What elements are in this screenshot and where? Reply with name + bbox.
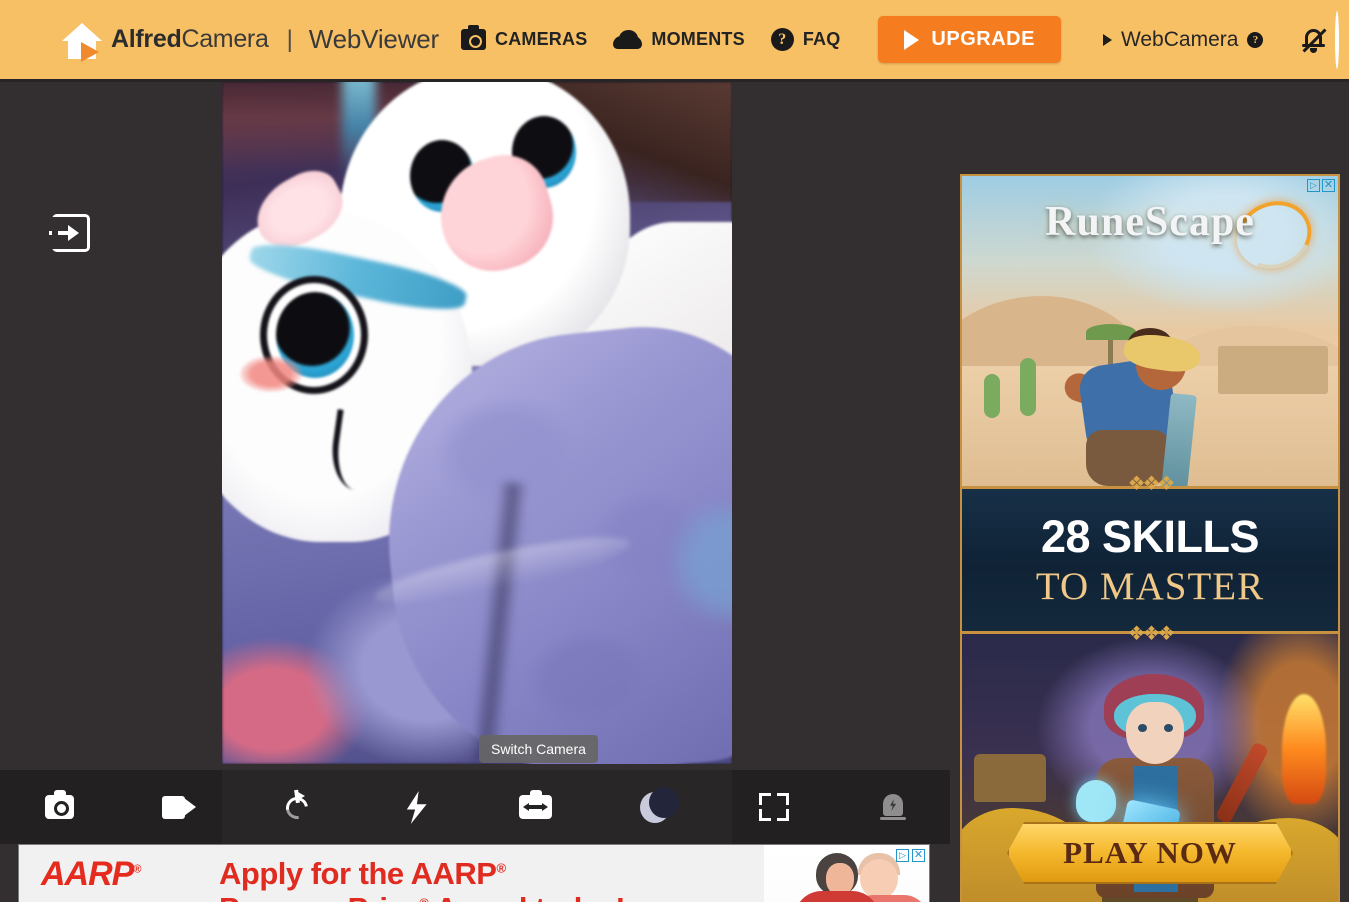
app-header: AlfredCamera | WebViewer CAMERAS MOMENTS… bbox=[0, 0, 1349, 82]
rotate-icon bbox=[281, 789, 312, 824]
aarp-logo-text: AARP bbox=[41, 855, 134, 893]
flash-button[interactable] bbox=[357, 770, 476, 844]
runescape-hero-art bbox=[1058, 326, 1228, 486]
fullscreen-button[interactable] bbox=[714, 770, 833, 844]
runescape-banner-ad[interactable]: RuneScape ❖❖❖ 28 SKILLS TO MASTER ❖❖❖ PL… bbox=[960, 174, 1340, 902]
nav-item-cameras[interactable]: CAMERAS bbox=[461, 25, 588, 50]
play-triangle-icon bbox=[904, 29, 920, 50]
expand-icon bbox=[758, 793, 789, 821]
aarp-banner-ad[interactable]: AARP® APPLY NOW Apply for the AARP® Purp… bbox=[18, 844, 930, 902]
brand-name-bold: Alfred bbox=[111, 25, 182, 53]
nav-item-moments[interactable]: MOMENTS bbox=[613, 29, 745, 50]
runescape-ad-top: RuneScape bbox=[962, 176, 1338, 486]
help-circle-icon: ? bbox=[770, 28, 794, 51]
aarp-headline-sup1: ® bbox=[496, 860, 506, 876]
upgrade-button[interactable]: UPGRADE bbox=[878, 16, 1061, 63]
play-triangle-icon bbox=[1102, 33, 1112, 46]
close-icon[interactable]: ✕ bbox=[912, 849, 925, 862]
camera-video-player[interactable] bbox=[222, 82, 732, 764]
moon-icon bbox=[639, 786, 679, 823]
viewer-stage: Switch Camera AARP® Apply for the AARP® … bbox=[0, 82, 1349, 902]
rotate-button[interactable] bbox=[238, 770, 357, 844]
runescape-subheadline: TO MASTER bbox=[1035, 565, 1265, 608]
brand-text: AlfredCamera bbox=[111, 25, 269, 54]
nav-label-moments: MOMENTS bbox=[651, 29, 745, 49]
avatar[interactable] bbox=[1335, 10, 1340, 69]
aarp-headline-line2: Purpose Prize bbox=[219, 891, 420, 902]
camera-selector-name: WebCamera bbox=[1120, 27, 1239, 51]
nav-label-cameras: CAMERAS bbox=[495, 29, 588, 49]
runescape-divider-top: ❖❖❖ bbox=[1127, 472, 1176, 495]
adchoices-icon[interactable]: ▷ bbox=[1307, 179, 1320, 192]
page-root: AlfredCamera | WebViewer CAMERAS MOMENTS… bbox=[0, 0, 1349, 902]
alfred-house-icon bbox=[62, 19, 102, 62]
camera-selector[interactable]: WebCamera ? bbox=[1102, 27, 1264, 52]
snapshot-button[interactable] bbox=[0, 770, 119, 844]
runescape-ad-bottom: PLAY NOW bbox=[962, 634, 1338, 902]
video-stream bbox=[222, 82, 732, 764]
record-button[interactable] bbox=[119, 770, 238, 844]
camera-icon bbox=[461, 25, 486, 50]
nav-label-faq: FAQ bbox=[802, 29, 841, 49]
product-title: WebViewer bbox=[308, 24, 439, 54]
switch-camera-button[interactable] bbox=[476, 770, 595, 844]
adchoices-icon[interactable]: ▷ bbox=[896, 849, 909, 862]
close-icon[interactable]: ✕ bbox=[1322, 179, 1335, 192]
aarp-logo-mark: ® bbox=[133, 863, 141, 876]
switch-camera-icon bbox=[519, 790, 552, 819]
aarp-ad-left: AARP® APPLY NOW bbox=[41, 855, 211, 902]
upgrade-label: UPGRADE bbox=[931, 28, 1035, 50]
header-divider: | bbox=[286, 25, 293, 53]
runescape-headline: 28 SKILLS bbox=[1040, 511, 1260, 562]
brand-logo[interactable]: AlfredCamera bbox=[62, 19, 269, 62]
brand-name-light: Camera bbox=[181, 25, 269, 53]
siren-button[interactable] bbox=[833, 770, 952, 844]
enter-arrow-icon[interactable] bbox=[49, 214, 90, 252]
siren-icon bbox=[879, 792, 906, 822]
aarp-headline-line1: Apply for the AARP bbox=[219, 856, 497, 891]
nav-item-faq[interactable]: ? FAQ bbox=[770, 28, 841, 51]
camera-toolbar bbox=[0, 770, 950, 844]
video-camera-icon bbox=[161, 795, 196, 819]
switch-camera-tooltip: Switch Camera bbox=[479, 735, 598, 763]
aarp-headline-sup2: ® bbox=[419, 895, 429, 902]
play-now-label: PLAY NOW bbox=[1063, 835, 1237, 870]
help-circle-icon: ? bbox=[1247, 31, 1264, 48]
aarp-adchoices[interactable]: ▷ ✕ bbox=[896, 849, 925, 862]
runescape-logo: RuneScape bbox=[1045, 199, 1255, 245]
cloud-icon bbox=[613, 30, 643, 49]
runescape-adchoices[interactable]: ▷ ✕ bbox=[1307, 179, 1335, 192]
night-vision-button[interactable] bbox=[595, 770, 714, 844]
camera-icon bbox=[45, 790, 74, 819]
aarp-headline-line2b: Award today! bbox=[428, 891, 625, 902]
runescape-ad-headline-panel: 28 SKILLS TO MASTER bbox=[962, 486, 1338, 634]
runescape-divider-bottom: ❖❖❖ bbox=[1127, 622, 1176, 645]
play-now-button[interactable]: PLAY NOW bbox=[1007, 822, 1293, 884]
aarp-ad-headline: Apply for the AARP® Purpose Prize® Award… bbox=[219, 856, 626, 902]
aarp-logo: AARP® bbox=[41, 855, 211, 894]
